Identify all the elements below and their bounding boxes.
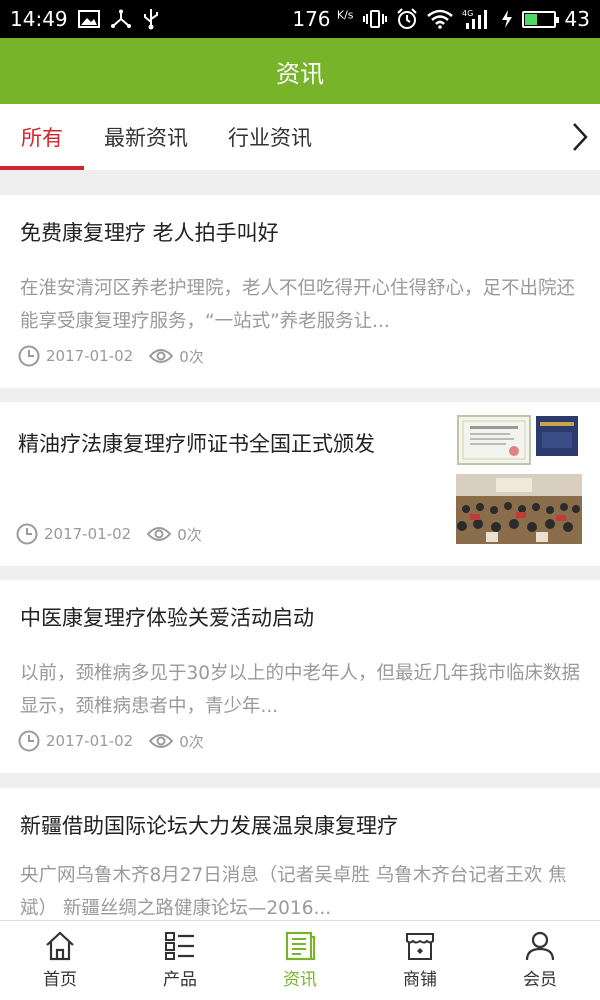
news-list: 免费康复理疗 老人拍手叫好 在淮安清河区养老护理院，老人不但吃得开心住得舒心，足… (0, 170, 600, 920)
home-icon (46, 931, 74, 961)
nav-member[interactable]: 会员 (480, 921, 600, 1000)
battery-percent: 43 (564, 7, 590, 31)
news-views: 0次 (179, 347, 204, 366)
news-meta: 2017-01-02 0次 (18, 730, 204, 752)
news-title[interactable]: 新疆借助国际论坛大力发展温泉康复理疗 (20, 810, 398, 840)
usb-icon (142, 8, 160, 30)
news-date: 2017-01-02 (46, 347, 134, 365)
svg-text:4G: 4G (462, 9, 473, 18)
battery-icon (521, 10, 559, 28)
clock-icon (18, 345, 40, 367)
network-speed: 176 K/s (292, 7, 354, 31)
tabs-next-button[interactable] (560, 104, 600, 170)
news-title[interactable]: 精油疗法康复理疗师证书全国正式颁发 (18, 428, 375, 458)
tab-industry-news[interactable]: 行业资讯 (228, 104, 312, 170)
nav-shop-label: 商铺 (403, 970, 437, 990)
tab-all[interactable]: 所有 (0, 104, 84, 170)
user-icon (525, 931, 555, 961)
nav-member-label: 会员 (523, 970, 557, 990)
vibrate-icon (362, 9, 387, 29)
news-item[interactable]: 中医康复理疗体验关爱活动启动 以前，颈椎病多见于30岁以上的中老年人，但最近几年… (0, 580, 600, 773)
news-summary: 在淮安清河区养老护理院，老人不但吃得开心住得舒心，足不出院还能享受康复理疗服务，… (20, 278, 576, 332)
news-date: 2017-01-02 (44, 525, 132, 543)
news-item[interactable]: 精油疗法康复理疗师证书全国正式颁发 2017-01-02 0次 (0, 402, 600, 566)
eye-icon (149, 734, 174, 748)
nav-news-label: 资讯 (283, 970, 317, 990)
news-title[interactable]: 免费康复理疗 老人拍手叫好 (20, 217, 279, 247)
chevron-right-icon (573, 123, 588, 151)
list-icon (165, 932, 194, 960)
nav-home-label: 首页 (43, 970, 77, 990)
status-bar: 14:49 176 K/s 4G 43 (0, 0, 600, 38)
news-title[interactable]: 中医康复理疗体验关爱活动启动 (20, 602, 314, 632)
tab-latest-news[interactable]: 最新资讯 (104, 104, 188, 170)
nav-products[interactable]: 产品 (120, 921, 240, 1000)
news-item[interactable]: 免费康复理疗 老人拍手叫好 在淮安清河区养老护理院，老人不但吃得开心住得舒心，足… (0, 195, 600, 388)
clock-icon (18, 730, 40, 752)
charging-icon (501, 9, 513, 29)
wifi-icon (426, 9, 453, 29)
alarm-icon (396, 8, 418, 30)
news-views: 0次 (179, 732, 204, 751)
news-icon (285, 931, 315, 961)
news-summary: 央广网乌鲁木齐8月27日消息（记者吴卓胜 乌鲁木齐台记者王欢 焦斌） 新疆丝绸之… (20, 865, 567, 919)
nav-news[interactable]: 资讯 (240, 921, 360, 1000)
category-tabs: 所有 最新资讯 行业资讯 (0, 104, 600, 170)
page-header: 资讯 (0, 38, 600, 104)
bottom-nav: 首页 产品 资讯 商铺 会员 (0, 920, 600, 1000)
image-icon (77, 10, 100, 28)
page-title: 资讯 (276, 59, 324, 88)
nav-shop[interactable]: 商铺 (360, 921, 480, 1000)
eye-icon (149, 349, 174, 363)
eye-icon (147, 527, 172, 541)
clock-icon (16, 523, 38, 545)
nav-products-label: 产品 (163, 970, 197, 990)
news-meta: 2017-01-02 0次 (18, 345, 204, 367)
share-icon (110, 9, 132, 29)
status-time: 14:49 (10, 7, 68, 31)
shop-icon (406, 933, 434, 960)
nav-home[interactable]: 首页 (0, 921, 120, 1000)
news-item[interactable]: 新疆借助国际论坛大力发展温泉康复理疗 央广网乌鲁木齐8月27日消息（记者吴卓胜 … (0, 788, 600, 920)
news-views: 0次 (177, 525, 202, 544)
news-meta: 2017-01-02 0次 (16, 523, 202, 545)
news-thumbnail[interactable] (456, 414, 582, 544)
news-date: 2017-01-02 (46, 732, 134, 750)
news-summary: 以前，颈椎病多见于30岁以上的中老年人，但最近几年我市临床数据显示，颈椎病患者中… (20, 663, 581, 717)
signal-icon: 4G (462, 8, 492, 30)
